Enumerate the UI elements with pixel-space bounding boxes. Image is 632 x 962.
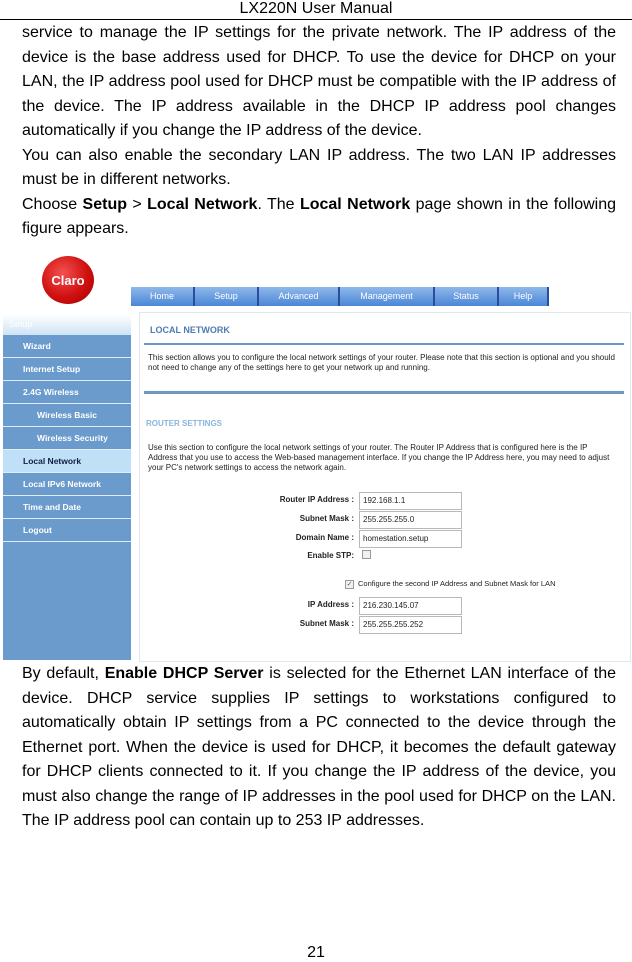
sidebar-item-local-ipv6[interactable]: Local IPv6 Network xyxy=(3,473,131,496)
nav-tab-help[interactable]: Help xyxy=(499,287,549,306)
top-navigation: Home Setup Advanced Management Status He… xyxy=(131,287,549,306)
bold-local-network: Local Network xyxy=(299,195,411,213)
section-title: ROUTER SETTINGS xyxy=(146,419,223,428)
section-description: Use this section to configure the local … xyxy=(148,443,610,472)
second-ip-input[interactable] xyxy=(359,597,462,615)
bold-setup: Setup xyxy=(82,195,127,213)
sidebar-item-wizard[interactable]: Wizard xyxy=(3,335,131,358)
second-ip-label: IP Address : xyxy=(307,600,354,609)
sidebar-item-logout[interactable]: Logout xyxy=(3,519,131,542)
text: Choose xyxy=(22,195,83,213)
intro-text: service to manage the IP settings for th… xyxy=(22,21,616,242)
nav-tab-status[interactable]: Status xyxy=(435,287,499,306)
claro-logo: Claro xyxy=(42,256,94,304)
text: > xyxy=(127,195,148,213)
page-description: This section allows you to configure the… xyxy=(148,353,615,372)
nav-tab-home[interactable]: Home xyxy=(131,287,195,306)
router-screenshot: Claro Home Setup Advanced Management Sta… xyxy=(0,252,632,662)
router-ip-input[interactable] xyxy=(359,492,462,510)
divider xyxy=(144,391,624,394)
nav-tab-management[interactable]: Management xyxy=(340,287,435,306)
page-title: LOCAL NETWORK xyxy=(150,325,230,335)
domain-name-input[interactable] xyxy=(359,530,462,548)
sidebar-item-wireless-basic[interactable]: Wireless Basic xyxy=(3,404,131,427)
intro-paragraph-3: Choose Setup > Local Network. The Local … xyxy=(22,193,616,242)
domain-name-label: Domain Name : xyxy=(295,533,354,542)
sidebar-heading: Setup xyxy=(3,314,131,335)
text: . The xyxy=(257,195,300,213)
body-paragraph: By default, Enable DHCP Server is select… xyxy=(22,662,616,834)
sidebar-item-time-date[interactable]: Time and Date xyxy=(3,496,131,519)
second-subnet-label: Subnet Mask : xyxy=(299,619,354,628)
nav-tab-advanced[interactable]: Advanced xyxy=(259,287,340,306)
text: is selected for the Ethernet LAN interfa… xyxy=(22,665,617,829)
second-ip-checkbox-label: Configure the second IP Address and Subn… xyxy=(358,579,556,588)
subnet-mask-input[interactable] xyxy=(359,511,462,529)
nav-tab-setup[interactable]: Setup xyxy=(195,287,259,306)
sidebar-item-wireless-security[interactable]: Wireless Security xyxy=(3,427,131,450)
intro-paragraph-1: service to manage the IP settings for th… xyxy=(22,24,616,139)
text: By default, xyxy=(22,665,105,682)
divider xyxy=(144,343,624,345)
bold-local-network: Local Network xyxy=(147,195,258,213)
sidebar: Setup Wizard Internet Setup 2.4G Wireles… xyxy=(3,314,131,660)
bold-enable-dhcp: Enable DHCP Server xyxy=(104,665,264,682)
intro-paragraph-2: You can also enable the secondary LAN IP… xyxy=(22,146,616,189)
enable-stp-checkbox[interactable] xyxy=(362,550,371,559)
sidebar-item-internet-setup[interactable]: Internet Setup xyxy=(3,358,131,381)
second-ip-checkbox[interactable]: ✓ xyxy=(345,580,354,589)
main-content: LOCAL NETWORK This section allows you to… xyxy=(139,312,631,662)
sidebar-item-local-network[interactable]: Local Network xyxy=(3,450,131,473)
page-number: 21 xyxy=(307,944,325,961)
page-header: LX220N User Manual xyxy=(0,0,632,20)
second-subnet-input[interactable] xyxy=(359,616,462,634)
enable-stp-label: Enable STP: xyxy=(307,551,354,560)
sidebar-item-wireless[interactable]: 2.4G Wireless xyxy=(3,381,131,404)
subnet-mask-label: Subnet Mask : xyxy=(299,514,354,523)
router-ip-label: Router IP Address : xyxy=(279,495,354,504)
